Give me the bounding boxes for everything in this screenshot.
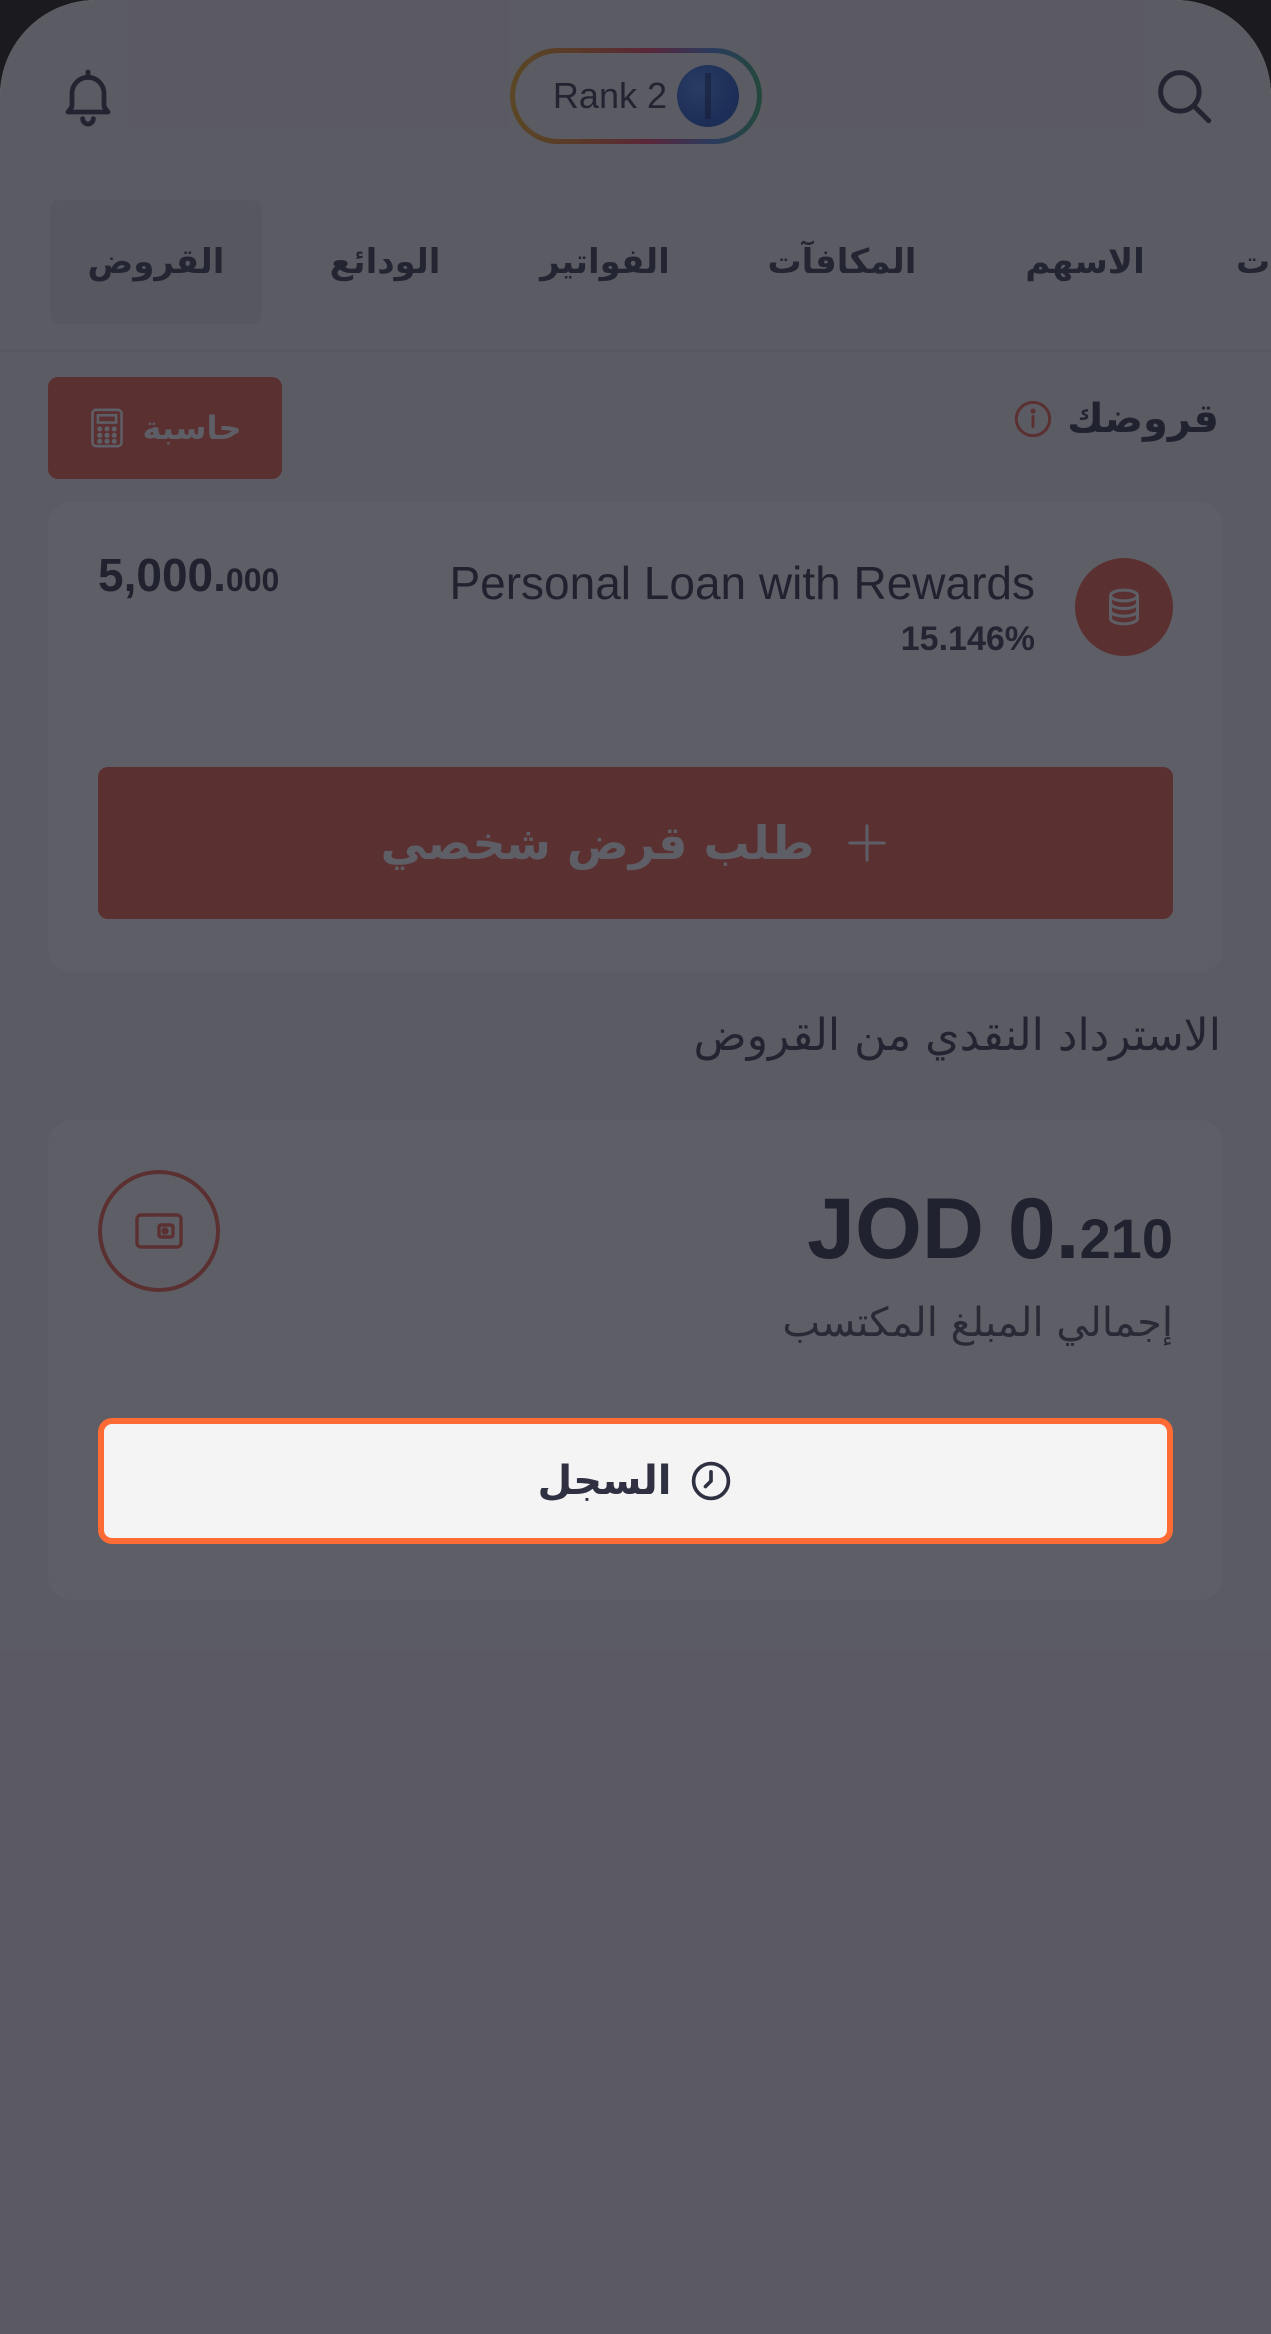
loan-card[interactable]: Personal Loan with Rewards 15.146% 5,000… xyxy=(48,502,1223,972)
clock-icon xyxy=(692,1461,731,1501)
loan-rate: 15.146% xyxy=(900,620,1035,658)
tab-deposits[interactable]: الودائع xyxy=(305,200,465,324)
loan-amount-integer: 5,000. xyxy=(98,549,226,601)
rank-label: Rank 2 xyxy=(552,75,667,116)
rank-badge-button[interactable]: Rank 2 xyxy=(510,48,762,144)
cashback-amount-label: إجمالي المبلغ المكتسب xyxy=(782,1300,1173,1346)
tab-loans[interactable]: القروض xyxy=(50,200,262,324)
app-screen: Rank 2 القروض الودائع الفواتير المكافآت … xyxy=(0,0,1271,2334)
calculator-label: حاسبة xyxy=(142,409,242,447)
loans-heading: قروضك xyxy=(1013,396,1219,442)
bell-icon[interactable] xyxy=(48,56,128,136)
calculator-button[interactable]: حاسبة xyxy=(48,377,282,479)
coins-icon xyxy=(1075,558,1173,656)
rank-badge-icon xyxy=(677,65,739,127)
plus-icon xyxy=(848,824,887,862)
cashback-title: الاسترداد النقدي من القروض xyxy=(693,1010,1221,1061)
tab-stocks[interactable]: الاسهم xyxy=(1010,200,1160,324)
loan-name: Personal Loan with Rewards xyxy=(449,557,1035,609)
info-icon[interactable] xyxy=(1013,399,1053,439)
loan-amount-decimal: 000 xyxy=(225,562,280,598)
calculator-icon xyxy=(90,408,123,448)
cashback-amount-integer: JOD 0. xyxy=(807,1181,1080,1277)
request-personal-loan-button[interactable]: طلب قرض شخصي xyxy=(98,767,1173,919)
search-icon[interactable] xyxy=(1144,56,1224,136)
history-label: السجل xyxy=(537,1458,672,1504)
loans-title: قروضك xyxy=(1067,396,1219,442)
cashback-amount: JOD 0.210 xyxy=(807,1180,1173,1279)
history-button[interactable]: السجل xyxy=(98,1418,1173,1544)
tab-rewards[interactable]: المكافآت xyxy=(752,200,932,324)
cashback-amount-decimal: 210 xyxy=(1079,1207,1173,1270)
category-tabs: القروض الودائع الفواتير المكافآت الاسهم … xyxy=(0,200,1271,352)
tab-partial[interactable]: ت xyxy=(1236,200,1271,324)
wallet-icon xyxy=(98,1170,220,1292)
loan-amount: 5,000.000 xyxy=(98,548,279,602)
request-loan-label: طلب قرض شخصي xyxy=(380,816,815,870)
tab-bills[interactable]: الفواتير xyxy=(520,200,690,324)
